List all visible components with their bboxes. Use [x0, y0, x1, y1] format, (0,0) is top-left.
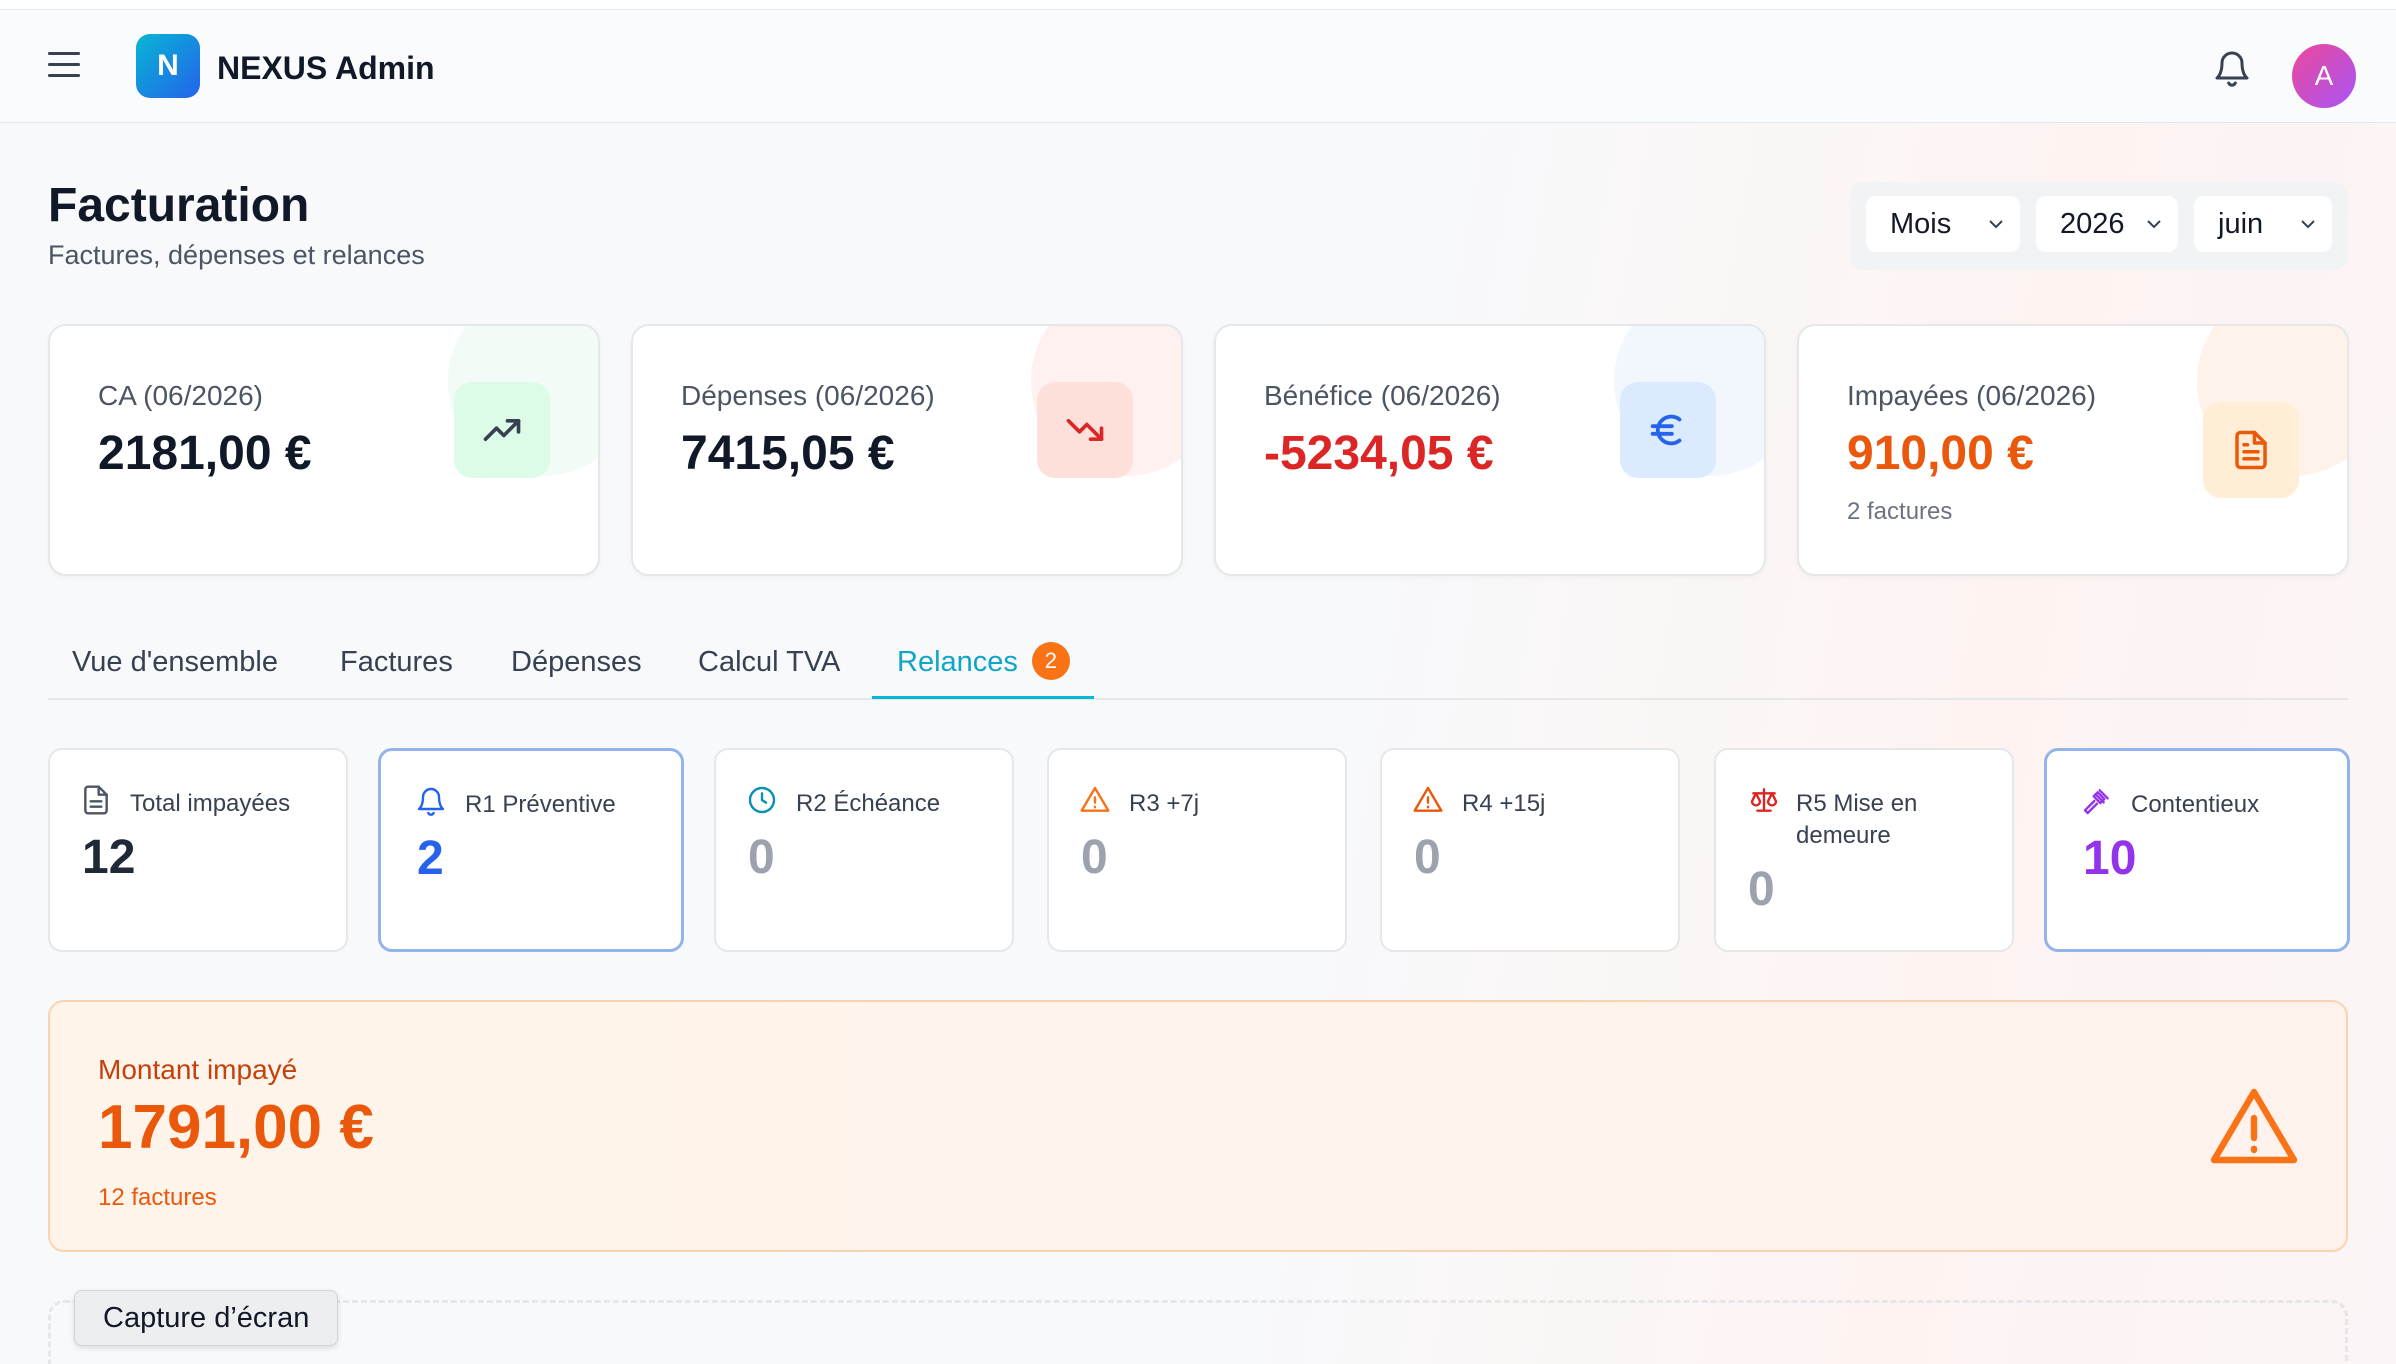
- period-select-value: Mois: [1890, 207, 1952, 240]
- kpi-card-ca: CA (06/2026) 2181,00 €: [48, 324, 600, 576]
- kpi-value: 7415,05 €: [681, 427, 895, 480]
- relance-card-r3[interactable]: R3 +7j 0: [1047, 748, 1347, 952]
- euro-icon: [1620, 382, 1716, 478]
- relance-card-contentieux[interactable]: Contentieux 10: [2044, 748, 2350, 952]
- tab-relances-label: Relances: [897, 646, 1018, 678]
- clock-icon: [748, 786, 776, 814]
- document-icon: [2203, 402, 2299, 498]
- relance-label: Total impayées: [130, 790, 291, 817]
- billing-tabs: Vue d'ensemble Factures Dépenses Calcul …: [48, 624, 2348, 700]
- kpi-card-benefice: Bénéfice (06/2026) -5234,05 €: [1214, 324, 1766, 576]
- relance-card-r1[interactable]: R1 Préventive 2: [378, 748, 684, 952]
- trending-up-icon: [454, 382, 550, 478]
- chevron-down-icon: [1989, 220, 2003, 229]
- relance-label: R5 Mise en demeure: [1796, 790, 1918, 849]
- avatar[interactable]: A: [2292, 44, 2356, 108]
- kpi-value: 2181,00 €: [98, 427, 312, 480]
- year-select[interactable]: 2026: [2036, 196, 2178, 252]
- relance-value: 0: [748, 831, 775, 884]
- tab-factures[interactable]: Factures: [340, 646, 453, 679]
- menu-icon[interactable]: [48, 52, 88, 82]
- kpi-card-depenses: Dépenses (06/2026) 7415,05 €: [631, 324, 1183, 576]
- unpaid-amount-panel: Montant impayé 1791,00 € 12 factures: [48, 1000, 2348, 1252]
- relance-label: R3 +7j: [1129, 790, 1200, 817]
- period-filters: Mois 2026 juin: [1850, 182, 2348, 270]
- kpi-label: Impayées (06/2026): [1847, 380, 2097, 411]
- unpaid-invoice-count: 12 factures: [98, 1184, 217, 1211]
- bell-icon: [417, 787, 445, 816]
- main-content: Facturation Factures, dépenses et relanc…: [0, 124, 2396, 1364]
- app-name[interactable]: NEXUS Admin: [217, 50, 435, 87]
- relance-label: R4 +15j: [1462, 790, 1546, 817]
- kpi-note: 2 factures: [1847, 498, 1953, 525]
- unpaid-amount: 1791,00 €: [98, 1093, 374, 1162]
- chevron-down-icon: [2147, 220, 2161, 229]
- warning-icon: [1080, 786, 1110, 812]
- relance-value: 2: [417, 832, 444, 885]
- tab-calcul-tva[interactable]: Calcul TVA: [698, 646, 840, 679]
- chevron-down-icon: [2301, 220, 2315, 229]
- bell-icon[interactable]: [2212, 46, 2252, 90]
- page-subtitle: Factures, dépenses et relances: [48, 240, 425, 270]
- trending-down-icon: [1037, 382, 1133, 478]
- warning-icon: [1413, 786, 1443, 812]
- month-select-value: juin: [2218, 207, 2264, 240]
- kpi-value: 910,00 €: [1847, 427, 2034, 480]
- relance-card-total[interactable]: Total impayées 12: [48, 748, 348, 952]
- year-select-value: 2026: [2060, 207, 2125, 240]
- app-header: N NEXUS Admin A: [0, 10, 2396, 123]
- gavel-icon: [2083, 789, 2109, 815]
- scale-icon: [1750, 788, 1778, 812]
- tab-vue-ensemble[interactable]: Vue d'ensemble: [72, 646, 278, 679]
- relances-count-badge: 2: [1031, 642, 1070, 681]
- warning-icon: [2210, 1088, 2298, 1164]
- relance-value: 12: [82, 831, 136, 884]
- relance-label: R2 Échéance: [796, 790, 941, 817]
- document-icon: [84, 785, 108, 815]
- kpi-card-impayees: Impayées (06/2026) 910,00 € 2 factures: [1797, 324, 2349, 576]
- kpi-value: -5234,05 €: [1264, 427, 1494, 480]
- relance-value: 0: [1081, 831, 1108, 884]
- relance-label: R1 Préventive: [465, 791, 616, 818]
- relance-card-r2[interactable]: R2 Échéance 0: [714, 748, 1014, 952]
- next-section-card: [48, 1300, 2348, 1364]
- app-logo[interactable]: N: [136, 34, 200, 98]
- page-title: Facturation: [48, 179, 310, 232]
- relance-card-r5[interactable]: R5 Mise en demeure 0: [1714, 748, 2014, 952]
- tab-relances[interactable]: Relances 2: [897, 642, 1070, 681]
- kpi-label: Dépenses (06/2026): [681, 380, 935, 411]
- period-select[interactable]: Mois: [1866, 196, 2020, 252]
- relance-value: 0: [1414, 831, 1441, 884]
- relance-value: 0: [1748, 863, 1775, 916]
- relance-card-r4[interactable]: R4 +15j 0: [1380, 748, 1680, 952]
- tab-depenses[interactable]: Dépenses: [511, 646, 642, 679]
- relance-value: 10: [2083, 832, 2137, 885]
- kpi-label: Bénéfice (06/2026): [1264, 380, 1501, 411]
- window-top-edge: [0, 0, 2396, 10]
- relance-label: Contentieux: [2131, 791, 2260, 818]
- kpi-label: CA (06/2026): [98, 380, 263, 411]
- screenshot-tooltip: Capture d’écran: [74, 1290, 339, 1346]
- unpaid-label: Montant impayé: [98, 1054, 298, 1085]
- active-tab-indicator: [872, 696, 1094, 699]
- month-select[interactable]: juin: [2194, 196, 2332, 252]
